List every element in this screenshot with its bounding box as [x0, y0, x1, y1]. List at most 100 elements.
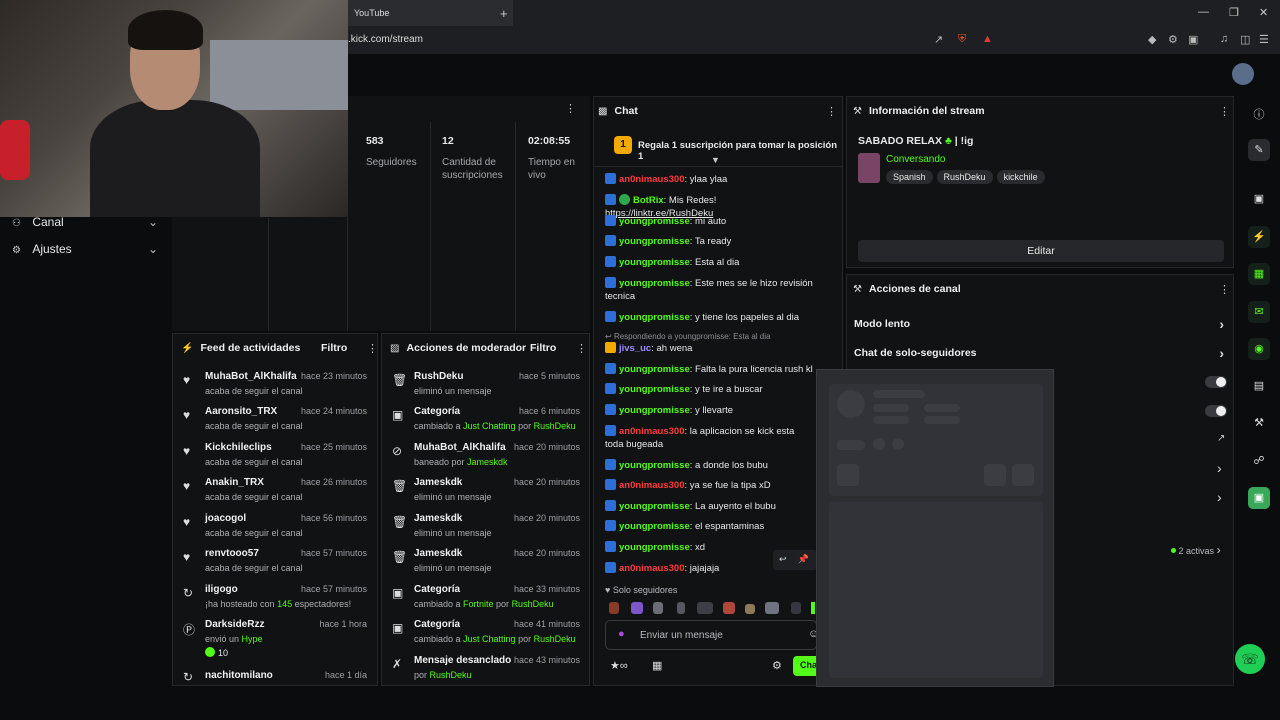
- more-options-icon[interactable]: ⋮: [826, 105, 837, 118]
- feed-user[interactable]: renvtooo57: [205, 548, 259, 559]
- emote-icon[interactable]: [653, 602, 663, 614]
- mod-user[interactable]: Jameskdk: [414, 548, 462, 559]
- emote-icon[interactable]: [811, 602, 815, 614]
- feed-user[interactable]: iligogo: [205, 584, 238, 595]
- emote-icon[interactable]: [631, 602, 643, 614]
- category-thumbnail[interactable]: [858, 153, 880, 183]
- settings-icon[interactable]: ⚙: [772, 659, 782, 672]
- followers-chat-row[interactable]: Chat de solo-seguidores ›: [854, 345, 1230, 361]
- tag[interactable]: Spanish: [886, 170, 933, 184]
- emote-icon[interactable]: [677, 602, 685, 614]
- chat-username[interactable]: BotRix: [633, 195, 664, 206]
- game-icon[interactable]: ▣: [1248, 487, 1270, 509]
- emote-icon[interactable]: [791, 602, 801, 614]
- pin-icon[interactable]: 📌: [798, 554, 809, 564]
- emote-icon[interactable]: [765, 602, 779, 614]
- chat-username[interactable]: youngpromisse: [619, 501, 690, 512]
- send-chat-button[interactable]: Cha: [793, 656, 817, 676]
- toggle-switch[interactable]: [1205, 405, 1227, 417]
- emote-icon[interactable]: [609, 602, 619, 614]
- gift-banner[interactable]: 1 Regala 1 suscripción para tomar la pos…: [594, 125, 842, 167]
- chat-username[interactable]: youngpromisse: [619, 278, 690, 289]
- active-count[interactable]: 2 activas ›: [1171, 543, 1221, 557]
- sidebar-item-ajustes[interactable]: ⚙ Ajustes ⌄: [12, 242, 158, 256]
- chart-icon[interactable]: ↗: [1217, 433, 1225, 444]
- mod-user[interactable]: RushDeku: [414, 371, 463, 382]
- tag[interactable]: RushDeku: [936, 170, 993, 184]
- mod-filter-button[interactable]: Filtro: [530, 342, 556, 354]
- emote-icon[interactable]: [697, 602, 713, 614]
- menu-icon[interactable]: ☰: [1259, 33, 1269, 46]
- chat-username[interactable]: youngpromisse: [619, 460, 690, 471]
- chat-username[interactable]: youngpromisse: [619, 216, 690, 227]
- chat-input[interactable]: ● Enviar un mensaje ☺: [605, 620, 819, 650]
- chat-username[interactable]: an0nimaus300: [619, 174, 684, 185]
- info-icon[interactable]: ⓘ: [1248, 104, 1270, 126]
- points-icon[interactable]: ★∞: [610, 659, 628, 672]
- expand-icon[interactable]: ▣: [1248, 188, 1270, 210]
- chat-username[interactable]: youngpromisse: [619, 312, 690, 323]
- broadcast-icon[interactable]: ◉: [1248, 338, 1270, 360]
- store-icon[interactable]: ▦: [652, 659, 662, 672]
- tag[interactable]: kickchile: [996, 170, 1045, 184]
- more-options-icon[interactable]: ⋮: [576, 342, 587, 355]
- more-options-icon[interactable]: ⋮: [1219, 105, 1230, 118]
- bolt-icon[interactable]: ⚡: [1248, 226, 1270, 248]
- more-options-icon[interactable]: ⋮: [565, 102, 576, 115]
- minimize-icon[interactable]: —: [1198, 6, 1209, 18]
- extension-icon[interactable]: ◆: [1148, 33, 1156, 46]
- brave-shield-icon[interactable]: ⛨: [958, 33, 966, 46]
- feed-filter-button[interactable]: Filtro: [321, 342, 347, 354]
- feed-user[interactable]: joacogol: [205, 513, 246, 524]
- chat-username[interactable]: youngpromisse: [619, 384, 690, 395]
- chat-username[interactable]: an0nimaus300: [619, 426, 684, 437]
- wrench-icon[interactable]: ⚒: [1248, 412, 1270, 434]
- share-icon[interactable]: ↗: [934, 33, 943, 46]
- chat-username[interactable]: youngpromisse: [619, 236, 690, 247]
- chat-username[interactable]: youngpromisse: [619, 257, 690, 268]
- more-options-icon[interactable]: ⋮: [367, 342, 378, 355]
- edit-button[interactable]: Editar: [858, 240, 1224, 262]
- feed-user[interactable]: MuhaBot_AlKhalifa: [205, 371, 297, 382]
- more-options-icon[interactable]: ⋮: [1219, 283, 1230, 296]
- feed-user[interactable]: Aaronsito_TRX: [205, 406, 277, 417]
- category-link[interactable]: Conversando: [886, 154, 945, 165]
- support-icon[interactable]: ☏: [1235, 644, 1265, 674]
- maximize-icon[interactable]: ❐: [1229, 6, 1239, 19]
- mod-user[interactable]: MuhaBot_AlKhalifa: [414, 442, 506, 453]
- browser-tab[interactable]: YouTube: [348, 0, 513, 26]
- chat-username[interactable]: youngpromisse: [619, 405, 690, 416]
- toggle-switch[interactable]: [1205, 376, 1227, 388]
- microphone-icon[interactable]: ●: [618, 628, 625, 640]
- chat-username[interactable]: youngpromisse: [619, 364, 690, 375]
- avatar[interactable]: [1232, 63, 1254, 85]
- mod-user[interactable]: Jameskdk: [414, 513, 462, 524]
- slow-mode-row[interactable]: Modo lento ›: [854, 316, 1230, 332]
- feed-user[interactable]: nachitomilano: [205, 670, 273, 681]
- chat-username[interactable]: youngpromisse: [619, 521, 690, 532]
- new-tab-icon[interactable]: +: [500, 6, 508, 21]
- puzzle-icon[interactable]: ⚙: [1168, 33, 1178, 46]
- address-bar[interactable]: .kick.com/stream: [348, 30, 1000, 50]
- feed-user[interactable]: DarksideRzz: [205, 619, 264, 630]
- music-icon[interactable]: ♫: [1220, 33, 1228, 45]
- mod-user[interactable]: Jameskdk: [414, 477, 462, 488]
- chat-username[interactable]: jivs_uc: [619, 343, 651, 354]
- sidebar-toggle-icon[interactable]: ◫: [1240, 33, 1250, 46]
- close-window-icon[interactable]: ✕: [1259, 6, 1268, 19]
- feed-user[interactable]: Kickchileclips: [205, 442, 272, 453]
- emote-icon[interactable]: [723, 602, 735, 614]
- chevron-right-icon[interactable]: ›: [1217, 489, 1222, 505]
- screenshot-icon[interactable]: ▣: [1188, 33, 1198, 46]
- reply-icon[interactable]: ↩: [779, 554, 787, 564]
- sidebar-item-canal[interactable]: ⚇ Canal ⌄: [12, 215, 158, 229]
- chat-username[interactable]: an0nimaus300: [619, 563, 684, 574]
- connections-icon[interactable]: ☍: [1248, 450, 1270, 472]
- emote-icon[interactable]: [745, 604, 755, 614]
- chat-bubble-icon[interactable]: ✉: [1248, 301, 1270, 323]
- feed-user[interactable]: Anakin_TRX: [205, 477, 264, 488]
- layout-icon[interactable]: ▤: [1248, 375, 1270, 397]
- clipboard-icon[interactable]: ▦: [1248, 263, 1270, 285]
- chat-username[interactable]: youngpromisse: [619, 542, 690, 553]
- chevron-right-icon[interactable]: ›: [1217, 460, 1222, 476]
